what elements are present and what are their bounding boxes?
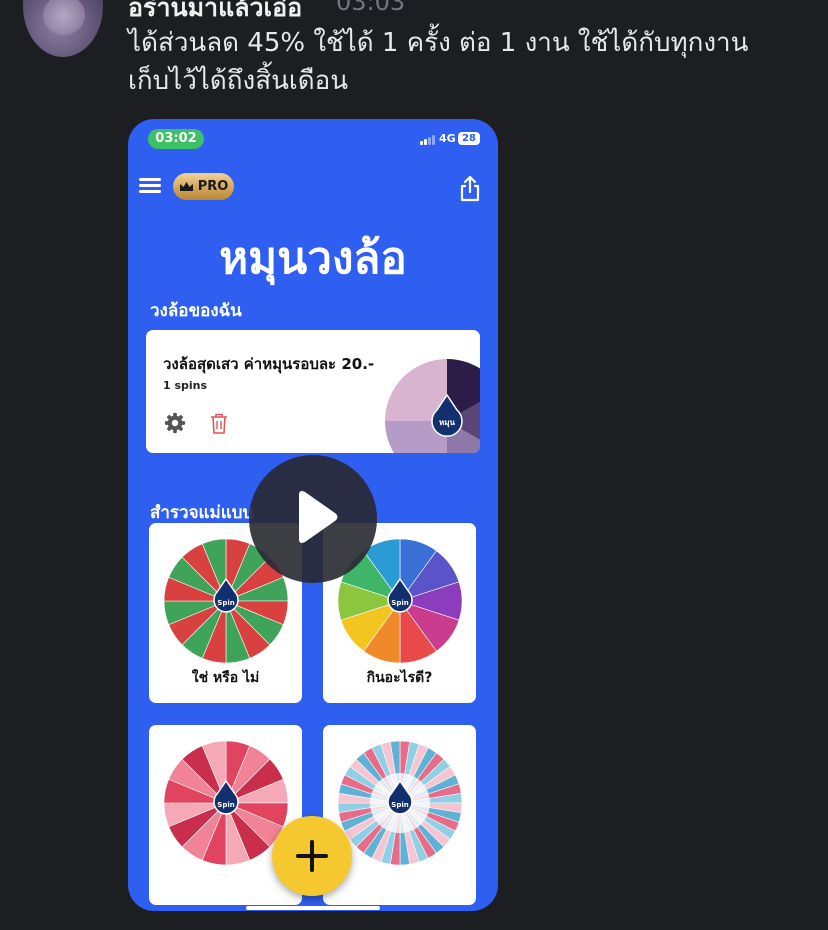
spin-badge: Spin (370, 773, 430, 833)
page-title: หมุนวงล้อ (219, 233, 407, 284)
home-indicator (246, 906, 380, 910)
plus-icon-vertical (310, 840, 314, 872)
add-wheel-button[interactable] (272, 816, 352, 896)
spin-label: Spin (391, 599, 408, 607)
spin-label: Spin (217, 801, 234, 809)
my-wheel-spins: 1 spins (163, 379, 208, 392)
my-wheel-preview: หมุน (385, 359, 480, 453)
template-label: ใช่ หรือ ไม่ (191, 670, 260, 686)
template-label: กินอะไรดี? (366, 670, 433, 686)
avatar[interactable] (23, 0, 103, 57)
trash-icon[interactable] (210, 413, 228, 434)
pro-badge[interactable]: PRO (173, 173, 234, 200)
spin-label: Spin (217, 599, 234, 607)
post-time: 03:03 (336, 0, 406, 16)
my-wheel-card[interactable]: วงล้อสุดเสว ค่าหมุนรอบละ 20.- 1 spins หม… (146, 330, 480, 453)
spin-label: Spin (391, 801, 408, 809)
template-card-truth-or-dare[interactable]: Spin (323, 725, 476, 905)
post-message: ได้ส่วนลด 45% ใช้ได้ 1 ครั้ง ต่อ 1 งาน ใ… (128, 24, 818, 100)
my-wheel-spin-label: หมุน (439, 418, 456, 428)
my-wheel-title: วงล้อสุดเสว ค่าหมุนรอบละ 20.- (163, 355, 375, 373)
explore-heading: สำรวจแม่แบบ (150, 503, 254, 523)
status-time: 03:02 (148, 129, 204, 149)
my-wheels-heading: วงล้อของฉัน (150, 301, 242, 321)
menu-icon[interactable] (139, 176, 163, 194)
signal-icon (420, 133, 440, 145)
post-message-line-1: ได้ส่วนลด 45% ใช้ได้ 1 ครั้ง ต่อ 1 งาน ใ… (128, 28, 749, 58)
battery-icon: 28 (458, 132, 480, 145)
pro-label: PRO (197, 179, 229, 194)
play-icon (299, 491, 338, 543)
spin-badge: Spin (213, 779, 239, 815)
share-icon[interactable] (458, 175, 482, 203)
post-message-line-2: เก็บไว้ได้ถึงสิ้นเดือน (128, 66, 349, 96)
play-button[interactable] (249, 455, 377, 583)
crown-icon (179, 182, 193, 191)
gear-icon[interactable] (164, 412, 186, 434)
network-label: 4G (439, 132, 456, 145)
